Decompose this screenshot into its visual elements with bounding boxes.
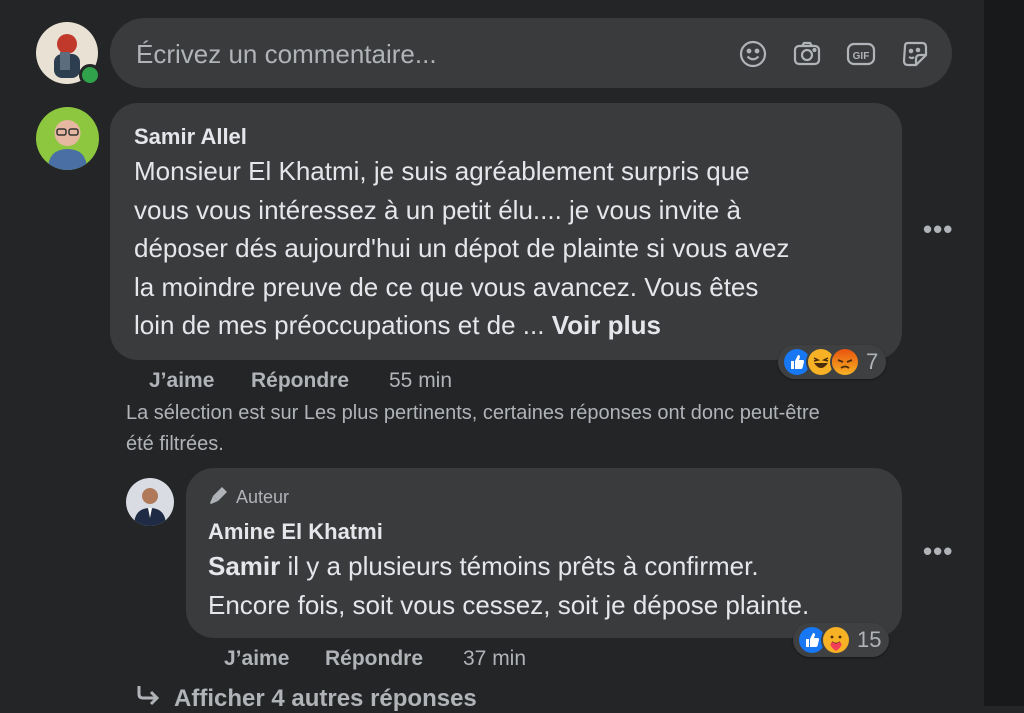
microphone-icon — [208, 484, 230, 511]
gif-icon[interactable]: GIF — [845, 38, 877, 70]
like-button[interactable]: J’aime — [224, 647, 289, 671]
comment-composer[interactable]: GIF — [110, 18, 952, 90]
comment-line: Monsieur El Khatmi, je suis agréablement… — [134, 156, 750, 186]
reply-button[interactable]: Répondre — [325, 647, 423, 671]
reply-author[interactable]: Amine El Khatmi — [208, 519, 383, 545]
filter-notice-line: été filtrées. — [126, 433, 224, 455]
svg-text:GIF: GIF — [853, 51, 870, 62]
samir-allel-avatar[interactable] — [36, 107, 99, 170]
comment-line: déposer dés aujourd'hui un dépot de plai… — [134, 233, 790, 263]
reaction-count: 7 — [866, 349, 879, 374]
camera-icon[interactable] — [791, 38, 823, 70]
more-replies-label[interactable]: Afficher 4 autres réponses — [174, 685, 477, 713]
reply-button[interactable]: Répondre — [251, 369, 349, 393]
scrollbar-track — [984, 0, 1024, 706]
see-more-link[interactable]: Voir plus — [552, 310, 661, 340]
care-reaction-icon — [821, 625, 851, 655]
reply-arrow-icon — [136, 684, 162, 713]
comment-line: vous vous intéressez à un petit élu.... … — [134, 194, 742, 225]
comment-reactions[interactable]: 7 — [778, 345, 887, 379]
filter-notice-line: La sélection est sur Les plus pertinents… — [126, 402, 820, 424]
mention-link[interactable]: Samir — [208, 551, 280, 581]
emoji-icon[interactable] — [737, 38, 769, 70]
reply-text: Samir il y a plusieurs témoins prêts à c… — [208, 547, 809, 624]
amine-el-khatmi-avatar[interactable] — [126, 478, 174, 526]
comment-timestamp[interactable]: 55 min — [389, 369, 452, 393]
filter-notice: La sélection est sur Les plus pertinents… — [126, 398, 946, 460]
reply-line: Samir il y a plusieurs témoins prêts à c… — [208, 547, 809, 586]
sticker-icon[interactable] — [899, 38, 931, 70]
more-replies-link[interactable]: Afficher 4 autres réponses — [136, 684, 477, 713]
comment-line: loin de mes préoccupations et de ... Voi… — [134, 306, 789, 345]
author-badge-label: Auteur — [236, 487, 290, 507]
reply-timestamp[interactable]: 37 min — [463, 647, 526, 671]
comment-line: la moindre preuve de ce que vous avancez… — [134, 271, 759, 302]
reply-line-text: il y a plusieurs témoins prêts à confirm… — [280, 551, 759, 581]
comment-line-text: loin de mes préoccupations et de ... — [134, 310, 545, 340]
comment-options-icon[interactable]: ••• — [923, 214, 953, 245]
reaction-count: 15 — [857, 627, 882, 652]
reply-reactions[interactable]: 15 — [793, 623, 890, 657]
angry-reaction-icon — [830, 347, 860, 377]
reply-options-icon[interactable]: ••• — [923, 536, 953, 567]
comment-text: Monsieur El Khatmi, je suis agréablement… — [134, 152, 789, 345]
reply-line: Encore fois, soit vous cessez, soit je d… — [208, 589, 810, 620]
comment-author[interactable]: Samir Allel — [134, 124, 247, 150]
author-badge: Auteur — [208, 484, 289, 511]
like-button[interactable]: J’aime — [149, 369, 214, 393]
online-status-indicator — [79, 64, 101, 86]
comment-input[interactable] — [134, 18, 698, 90]
